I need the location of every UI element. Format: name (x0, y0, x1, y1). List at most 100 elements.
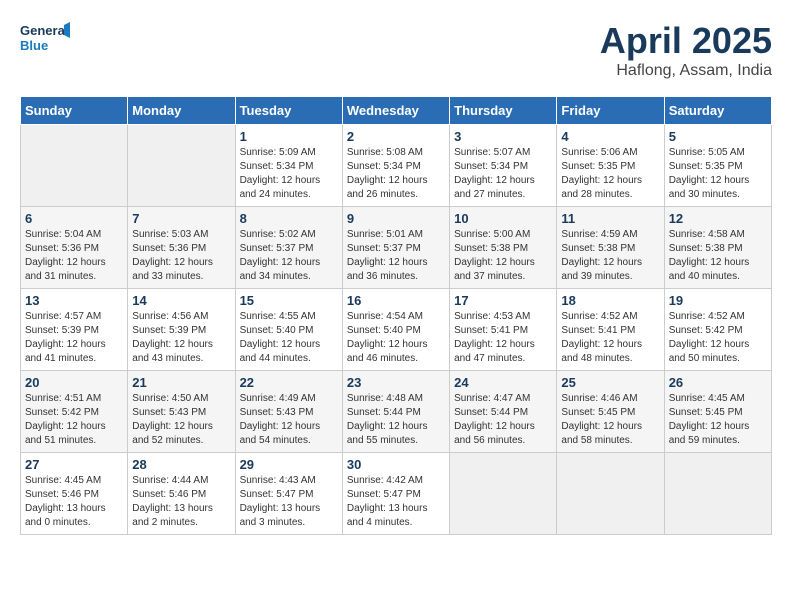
weekday-header-tuesday: Tuesday (235, 97, 342, 125)
calendar-cell (21, 125, 128, 207)
svg-text:General: General (20, 23, 68, 38)
calendar-cell: 21 Sunrise: 4:50 AMSunset: 5:43 PMDayligh… (128, 371, 235, 453)
logo: General Blue (20, 20, 70, 60)
day-number: 1 (240, 129, 338, 144)
calendar-cell: 22 Sunrise: 4:49 AMSunset: 5:43 PMDayligh… (235, 371, 342, 453)
calendar-cell: 1 Sunrise: 5:09 AMSunset: 5:34 PMDaylight… (235, 125, 342, 207)
day-number: 22 (240, 375, 338, 390)
day-detail: Sunrise: 4:49 AMSunset: 5:43 PMDaylight:… (240, 392, 338, 448)
day-number: 9 (347, 211, 445, 226)
day-detail: Sunrise: 4:59 AMSunset: 5:38 PMDaylight:… (561, 228, 659, 284)
day-detail: Sunrise: 4:58 AMSunset: 5:38 PMDaylight:… (669, 228, 767, 284)
week-row-3: 13 Sunrise: 4:57 AMSunset: 5:39 PMDayligh… (21, 289, 772, 371)
week-row-1: 1 Sunrise: 5:09 AMSunset: 5:34 PMDaylight… (21, 125, 772, 207)
day-detail: Sunrise: 4:54 AMSunset: 5:40 PMDaylight:… (347, 310, 445, 366)
header: General Blue April 2025 Haflong, Assam, … (20, 20, 772, 80)
calendar-cell: 18Sunrise: 4:52 AMSunset: 5:41 PMDayligh… (557, 289, 664, 371)
day-detail: Sunrise: 5:00 AMSunset: 5:38 PMDaylight:… (454, 228, 552, 284)
day-number: 16 (347, 293, 445, 308)
day-detail: Sunrise: 4:50 AMSunset: 5:43 PMDaylight:… (132, 392, 230, 448)
calendar-cell: 24Sunrise: 4:47 AMSunset: 5:44 PMDayligh… (450, 371, 557, 453)
calendar-cell: 2 Sunrise: 5:08 AMSunset: 5:34 PMDaylight… (342, 125, 449, 207)
day-number: 19 (669, 293, 767, 308)
day-number: 30 (347, 457, 445, 472)
calendar-cell: 16 Sunrise: 4:54 AMSunset: 5:40 PMDayligh… (342, 289, 449, 371)
day-detail: Sunrise: 4:57 AMSunset: 5:39 PMDaylight:… (25, 310, 123, 366)
day-detail: Sunrise: 4:52 AMSunset: 5:42 PMDaylight:… (669, 310, 767, 366)
day-detail: Sunrise: 5:08 AMSunset: 5:34 PMDaylight:… (347, 146, 445, 202)
calendar-cell: 8Sunrise: 5:02 AMSunset: 5:37 PMDaylight… (235, 207, 342, 289)
day-detail: Sunrise: 5:05 AMSunset: 5:35 PMDaylight:… (669, 146, 767, 202)
day-number: 6 (25, 211, 123, 226)
calendar-cell: 19 Sunrise: 4:52 AMSunset: 5:42 PMDayligh… (664, 289, 771, 371)
day-number: 24 (454, 375, 552, 390)
calendar-cell: 30 Sunrise: 4:42 AMSunset: 5:47 PMDayligh… (342, 453, 449, 535)
title-area: April 2025 Haflong, Assam, India (600, 20, 772, 80)
svg-text:Blue: Blue (20, 38, 48, 53)
calendar-cell: 5 Sunrise: 5:05 AMSunset: 5:35 PMDaylight… (664, 125, 771, 207)
day-number: 4 (561, 129, 659, 144)
week-row-2: 6Sunrise: 5:04 AMSunset: 5:36 PMDaylight… (21, 207, 772, 289)
day-number: 26 (669, 375, 767, 390)
day-number: 25 (561, 375, 659, 390)
calendar-table: SundayMondayTuesdayWednesdayThursdayFrid… (20, 96, 772, 535)
calendar-subtitle: Haflong, Assam, India (600, 62, 772, 80)
calendar-cell (450, 453, 557, 535)
day-number: 2 (347, 129, 445, 144)
day-number: 12 (669, 211, 767, 226)
day-number: 21 (132, 375, 230, 390)
calendar-cell: 26 Sunrise: 4:45 AMSunset: 5:45 PMDayligh… (664, 371, 771, 453)
calendar-cell: 27Sunrise: 4:45 AMSunset: 5:46 PMDayligh… (21, 453, 128, 535)
day-detail: Sunrise: 5:07 AMSunset: 5:34 PMDaylight:… (454, 146, 552, 202)
calendar-title: April 2025 (600, 20, 772, 62)
day-detail: Sunrise: 5:01 AMSunset: 5:37 PMDaylight:… (347, 228, 445, 284)
calendar-cell: 28 Sunrise: 4:44 AMSunset: 5:46 PMDayligh… (128, 453, 235, 535)
calendar-cell: 20Sunrise: 4:51 AMSunset: 5:42 PMDayligh… (21, 371, 128, 453)
day-number: 28 (132, 457, 230, 472)
calendar-cell: 3 Sunrise: 5:07 AMSunset: 5:34 PMDaylight… (450, 125, 557, 207)
calendar-cell: 14Sunrise: 4:56 AMSunset: 5:39 PMDayligh… (128, 289, 235, 371)
day-detail: Sunrise: 5:09 AMSunset: 5:34 PMDaylight:… (240, 146, 338, 202)
calendar-cell: 15 Sunrise: 4:55 AMSunset: 5:40 PMDayligh… (235, 289, 342, 371)
day-detail: Sunrise: 5:02 AMSunset: 5:37 PMDaylight:… (240, 228, 338, 284)
day-detail: Sunrise: 4:42 AMSunset: 5:47 PMDaylight:… (347, 474, 445, 530)
calendar-cell (557, 453, 664, 535)
weekday-header-sunday: Sunday (21, 97, 128, 125)
day-detail: Sunrise: 4:44 AMSunset: 5:46 PMDaylight:… (132, 474, 230, 530)
day-number: 13 (25, 293, 123, 308)
day-number: 3 (454, 129, 552, 144)
weekday-header-thursday: Thursday (450, 97, 557, 125)
day-number: 5 (669, 129, 767, 144)
calendar-cell: 17 Sunrise: 4:53 AMSunset: 5:41 PMDayligh… (450, 289, 557, 371)
calendar-cell: 10 Sunrise: 5:00 AMSunset: 5:38 PMDayligh… (450, 207, 557, 289)
day-detail: Sunrise: 4:51 AMSunset: 5:42 PMDaylight:… (25, 392, 123, 448)
day-detail: Sunrise: 5:03 AMSunset: 5:36 PMDaylight:… (132, 228, 230, 284)
calendar-cell: 13 Sunrise: 4:57 AMSunset: 5:39 PMDayligh… (21, 289, 128, 371)
calendar-cell: 29Sunrise: 4:43 AMSunset: 5:47 PMDayligh… (235, 453, 342, 535)
calendar-cell: 4Sunrise: 5:06 AMSunset: 5:35 PMDaylight… (557, 125, 664, 207)
day-detail: Sunrise: 4:45 AMSunset: 5:45 PMDaylight:… (669, 392, 767, 448)
weekday-header-friday: Friday (557, 97, 664, 125)
day-number: 15 (240, 293, 338, 308)
logo-svg: General Blue (20, 20, 70, 60)
calendar-cell: 7 Sunrise: 5:03 AMSunset: 5:36 PMDaylight… (128, 207, 235, 289)
weekday-header-row: SundayMondayTuesdayWednesdayThursdayFrid… (21, 97, 772, 125)
day-detail: Sunrise: 4:53 AMSunset: 5:41 PMDaylight:… (454, 310, 552, 366)
day-number: 23 (347, 375, 445, 390)
day-number: 10 (454, 211, 552, 226)
day-detail: Sunrise: 4:45 AMSunset: 5:46 PMDaylight:… (25, 474, 123, 530)
weekday-header-monday: Monday (128, 97, 235, 125)
day-number: 18 (561, 293, 659, 308)
day-detail: Sunrise: 4:55 AMSunset: 5:40 PMDaylight:… (240, 310, 338, 366)
week-row-4: 20Sunrise: 4:51 AMSunset: 5:42 PMDayligh… (21, 371, 772, 453)
day-detail: Sunrise: 4:48 AMSunset: 5:44 PMDaylight:… (347, 392, 445, 448)
day-number: 17 (454, 293, 552, 308)
day-detail: Sunrise: 4:46 AMSunset: 5:45 PMDaylight:… (561, 392, 659, 448)
calendar-cell: 23 Sunrise: 4:48 AMSunset: 5:44 PMDayligh… (342, 371, 449, 453)
weekday-header-saturday: Saturday (664, 97, 771, 125)
week-row-5: 27Sunrise: 4:45 AMSunset: 5:46 PMDayligh… (21, 453, 772, 535)
day-number: 29 (240, 457, 338, 472)
weekday-header-wednesday: Wednesday (342, 97, 449, 125)
day-number: 7 (132, 211, 230, 226)
calendar-cell (128, 125, 235, 207)
